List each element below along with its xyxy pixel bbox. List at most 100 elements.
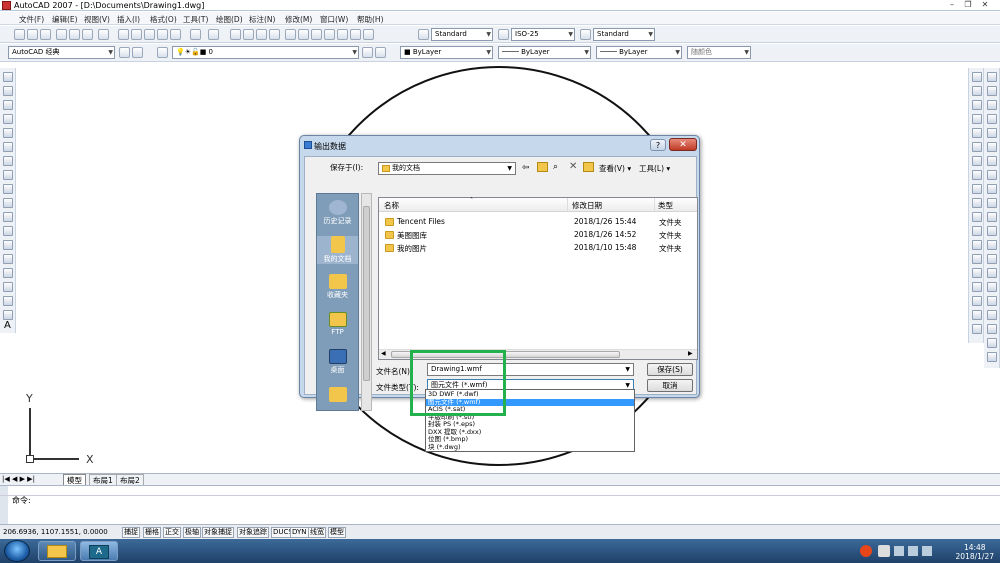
hatch-icon[interactable] [3, 268, 13, 278]
break-icon[interactable] [987, 226, 997, 236]
help-icon[interactable] [363, 29, 374, 40]
table-icon[interactable] [3, 310, 13, 320]
dim-text-edit-icon[interactable] [972, 282, 982, 292]
ortho-toggle[interactable]: 正交 [163, 527, 181, 538]
back-icon[interactable]: ⇦ [522, 163, 530, 173]
workspace-save-icon[interactable] [132, 47, 143, 58]
autocad-taskbar-icon[interactable]: A [80, 541, 118, 561]
tolerance-icon[interactable] [972, 240, 982, 250]
tool-palettes-icon[interactable] [311, 29, 322, 40]
search-web-icon[interactable]: ⌕ [553, 162, 558, 172]
block-editor-icon[interactable] [170, 29, 181, 40]
file-row[interactable]: Tencent Files 2018/1/26 15:44 文件夹 [379, 216, 697, 229]
rectangle-icon[interactable] [3, 128, 13, 138]
file-row[interactable]: 我的图片 2018/1/10 15:48 文件夹 [379, 242, 697, 255]
dim-override-icon[interactable] [972, 324, 982, 334]
col-name[interactable]: 名称 [384, 200, 399, 211]
construction-line-icon[interactable] [3, 86, 13, 96]
make-block-icon[interactable] [3, 240, 13, 250]
otrack-toggle[interactable]: 对象追踪 [237, 527, 269, 538]
color-select[interactable]: ■ ByLayer ▼ [400, 46, 493, 59]
erase-icon[interactable] [987, 72, 997, 82]
dim-arc-icon[interactable] [972, 100, 982, 110]
dyn-toggle[interactable]: DYN [290, 527, 309, 538]
close-button[interactable]: ✕ [978, 0, 992, 10]
new-folder-icon[interactable] [583, 162, 594, 172]
command-grip[interactable] [0, 486, 8, 524]
dialog-close-button[interactable]: ✕ [669, 138, 697, 151]
publish-icon[interactable] [82, 29, 93, 40]
menu-draw[interactable]: 绘图(D) [216, 14, 243, 25]
lineweight-toggle[interactable]: 线宽 [308, 527, 326, 538]
offset-icon[interactable] [987, 114, 997, 124]
quick-dim-icon[interactable] [972, 184, 982, 194]
menu-tools[interactable]: 工具(T) [183, 14, 208, 25]
tray-app-icon[interactable] [878, 545, 890, 557]
delete-icon[interactable]: ✕ [569, 161, 577, 172]
snap-toggle[interactable]: 捕捉 [122, 527, 140, 538]
place-history[interactable]: 历史记录 [317, 200, 358, 226]
trim-icon[interactable] [987, 198, 997, 208]
arc-icon[interactable] [3, 142, 13, 152]
tray-flag-icon[interactable] [908, 546, 918, 556]
menu-modify[interactable]: 修改(M) [285, 14, 312, 25]
zoom-previous-icon[interactable] [269, 29, 280, 40]
dim-style-select[interactable]: ISO-25 ▼ [511, 28, 575, 41]
workspace-settings-icon[interactable] [119, 47, 130, 58]
paste-icon[interactable] [144, 29, 155, 40]
tray-sogou-icon[interactable] [860, 545, 872, 557]
pan-icon[interactable] [230, 29, 241, 40]
minimize-button[interactable]: – [945, 0, 959, 10]
matchprop-icon[interactable] [157, 29, 168, 40]
draworder-icon[interactable] [987, 296, 997, 306]
dialog-help-button[interactable]: ? [650, 139, 666, 151]
ellipse-arc-icon[interactable] [3, 212, 13, 222]
mirror-icon[interactable] [987, 100, 997, 110]
calculator-icon[interactable] [350, 29, 361, 40]
copy-object-icon[interactable] [987, 86, 997, 96]
layer-manager-icon[interactable] [157, 47, 168, 58]
place-ftp[interactable]: FTP [317, 312, 358, 336]
join-icon[interactable] [987, 240, 997, 250]
linetype-select[interactable]: ──── ByLayer ▼ [498, 46, 591, 59]
dim-jogged-icon[interactable] [972, 142, 982, 152]
grid-toggle[interactable]: 栅格 [143, 527, 161, 538]
views-menu[interactable]: 查看(V) ▾ [599, 163, 631, 174]
send-back-icon[interactable] [987, 324, 997, 334]
markup-icon[interactable] [337, 29, 348, 40]
place-favorites[interactable]: 收藏夹 [317, 274, 358, 300]
scroll-left-icon[interactable]: ◀ [381, 350, 386, 357]
save-icon[interactable] [40, 29, 51, 40]
polyline-icon[interactable] [3, 100, 13, 110]
col-type[interactable]: 类型 [658, 200, 673, 211]
array-icon[interactable] [987, 128, 997, 138]
menu-view[interactable]: 视图(V) [84, 14, 110, 25]
hatch-back-icon[interactable] [987, 352, 997, 362]
text-front-icon[interactable] [987, 338, 997, 348]
menu-help[interactable]: 帮助(H) [357, 14, 384, 25]
undo-icon[interactable] [190, 29, 201, 40]
move-icon[interactable] [987, 142, 997, 152]
polar-toggle[interactable]: 极轴 [183, 527, 201, 538]
menu-format[interactable]: 格式(O) [150, 14, 177, 25]
place-desktop[interactable]: 桌面 [317, 349, 358, 375]
explorer-taskbar-icon[interactable] [38, 541, 76, 561]
places-scroll-thumb[interactable] [363, 206, 370, 381]
filetype-option[interactable]: 块 (*.dwg) [426, 443, 634, 452]
cancel-button[interactable]: 取消 [647, 379, 693, 392]
properties-icon[interactable] [285, 29, 296, 40]
menu-window[interactable]: 窗口(W) [320, 14, 348, 25]
tools-menu[interactable]: 工具(L) ▾ [639, 163, 670, 174]
stretch-icon[interactable] [987, 184, 997, 194]
region-icon[interactable] [3, 296, 13, 306]
dim-linear-icon[interactable] [972, 72, 982, 82]
revcloud-icon[interactable] [3, 170, 13, 180]
file-row[interactable]: 美图图库 2018/1/26 14:52 文件夹 [379, 229, 697, 242]
plot-icon[interactable] [56, 29, 67, 40]
center-mark-icon[interactable] [972, 254, 982, 264]
open-icon[interactable] [27, 29, 38, 40]
place-buzzsaw[interactable] [317, 387, 358, 403]
lineweight-select[interactable]: ──── ByLayer ▼ [596, 46, 682, 59]
command-input[interactable] [40, 498, 980, 508]
start-button[interactable] [4, 540, 30, 562]
